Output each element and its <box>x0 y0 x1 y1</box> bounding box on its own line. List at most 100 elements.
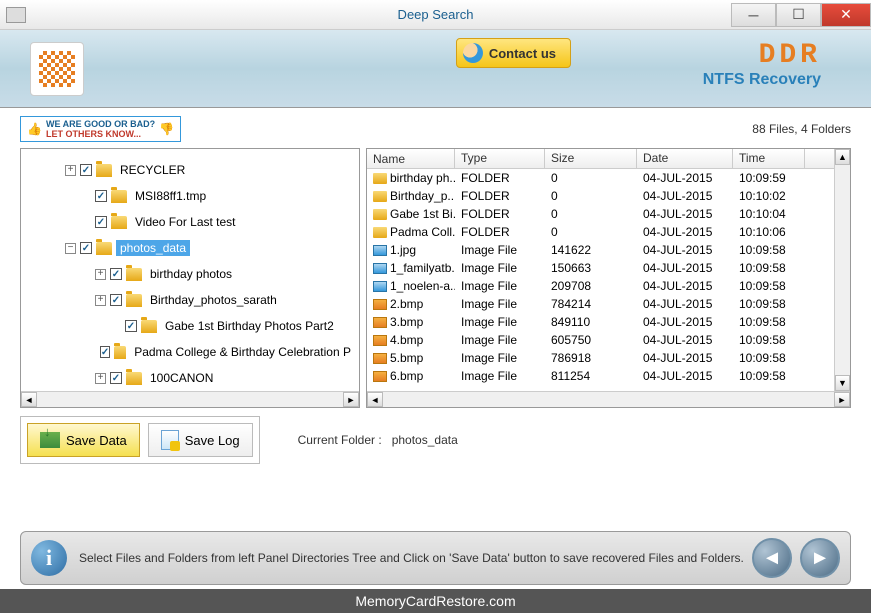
tree-label: Video For Last test <box>131 214 240 230</box>
image-file-icon <box>373 281 387 292</box>
tree-label: photos_data <box>116 240 190 256</box>
col-time[interactable]: Time <box>733 149 805 168</box>
checkbox[interactable] <box>110 294 122 306</box>
table-row[interactable]: birthday ph...FOLDER004-JUL-201510:09:59 <box>367 169 850 187</box>
current-folder: Current Folder : photos_data <box>298 433 458 447</box>
file-table-body[interactable]: birthday ph...FOLDER004-JUL-201510:09:59… <box>367 169 850 385</box>
save-data-label: Save Data <box>66 433 127 448</box>
tree-item[interactable]: MSI88ff1.tmp <box>25 183 355 209</box>
titlebar: Deep Search ─ ☐ ✕ <box>0 0 871 30</box>
checkbox[interactable] <box>80 164 92 176</box>
table-row[interactable]: 1_noelen-a...Image File20970804-JUL-2015… <box>367 277 850 295</box>
checkbox[interactable] <box>80 242 92 254</box>
folder-icon <box>126 294 142 307</box>
checkbox[interactable] <box>95 216 107 228</box>
save-log-label: Save Log <box>185 433 240 448</box>
tree-panel: + RECYCLER MSI88ff1.tmp Video For Last test… <box>20 148 360 408</box>
expander-icon[interactable]: + <box>95 269 106 280</box>
checkbox[interactable] <box>125 320 137 332</box>
table-row[interactable]: 3.bmpImage File84911004-JUL-201510:09:58 <box>367 313 850 331</box>
file-count: 88 Files, 4 Folders <box>752 122 851 136</box>
table-row[interactable]: 2.bmpImage File78421404-JUL-201510:09:58 <box>367 295 850 313</box>
table-row[interactable]: Birthday_p...FOLDER004-JUL-201510:10:02 <box>367 187 850 205</box>
brand-block: DDR NTFS Recovery <box>703 40 821 89</box>
tree-hscroll[interactable]: ◄► <box>21 391 359 407</box>
tree-item[interactable]: +Birthday_photos_sarath <box>25 287 355 313</box>
checkbox[interactable] <box>110 372 122 384</box>
folder-icon <box>373 227 387 238</box>
contact-label: Contact us <box>489 46 556 61</box>
tree-label: 100CANON <box>146 370 217 386</box>
prev-button[interactable]: ◄ <box>752 538 792 578</box>
image-file-icon <box>373 371 387 382</box>
file-vscroll[interactable]: ▲▼ <box>834 149 850 391</box>
maximize-button[interactable]: ☐ <box>776 3 821 27</box>
directory-tree[interactable]: + RECYCLER MSI88ff1.tmp Video For Last test… <box>21 149 359 389</box>
tree-label: Gabe 1st Birthday Photos Part2 <box>161 318 338 334</box>
checkbox[interactable] <box>95 190 107 202</box>
image-file-icon <box>373 299 387 310</box>
table-row[interactable]: 1_familyatb...Image File15066304-JUL-201… <box>367 259 850 277</box>
col-type[interactable]: Type <box>455 149 545 168</box>
table-row[interactable]: Gabe 1st Bi...FOLDER004-JUL-201510:10:04 <box>367 205 850 223</box>
expander-icon[interactable]: + <box>65 165 76 176</box>
folder-icon <box>141 320 157 333</box>
contact-us-button[interactable]: Contact us <box>456 38 571 68</box>
folder-icon <box>96 164 112 177</box>
file-hscroll[interactable]: ◄► <box>367 391 850 407</box>
tree-label: Padma College & Birthday Celebration P <box>130 344 355 360</box>
checkbox[interactable] <box>110 268 122 280</box>
col-size[interactable]: Size <box>545 149 637 168</box>
feedback-line1: WE ARE GOOD OR BAD? <box>46 119 155 129</box>
action-buttons: Save Data Save Log <box>20 416 260 464</box>
folder-icon <box>373 209 387 220</box>
folder-icon <box>373 191 387 202</box>
tree-item[interactable]: + RECYCLER <box>25 157 355 183</box>
expander-icon[interactable]: + <box>95 373 106 384</box>
checkbox[interactable] <box>100 346 110 358</box>
table-row[interactable]: Padma Coll...FOLDER004-JUL-201510:10:06 <box>367 223 850 241</box>
footer-text: Select Files and Folders from left Panel… <box>79 551 744 565</box>
save-data-button[interactable]: Save Data <box>27 423 140 457</box>
image-file-icon <box>373 245 387 256</box>
file-table-header[interactable]: Name Type Size Date Time <box>367 149 850 169</box>
folder-icon <box>126 372 142 385</box>
save-log-button[interactable]: Save Log <box>148 423 253 457</box>
folder-icon <box>111 190 127 203</box>
tree-item[interactable]: +100CANON <box>25 365 355 389</box>
person-icon <box>463 43 483 63</box>
tree-label: MSI88ff1.tmp <box>131 188 210 204</box>
app-logo <box>30 42 84 96</box>
window-title: Deep Search <box>398 7 474 22</box>
table-row[interactable]: 5.bmpImage File78691804-JUL-201510:09:58 <box>367 349 850 367</box>
feedback-line2: LET OTHERS KNOW... <box>46 129 155 139</box>
expander-icon[interactable]: − <box>65 243 76 254</box>
tree-item[interactable]: + birthday photos <box>25 261 355 287</box>
tree-item[interactable]: Padma College & Birthday Celebration P <box>25 339 355 365</box>
table-row[interactable]: 1.jpgImage File14162204-JUL-201510:09:58 <box>367 241 850 259</box>
folder-icon <box>111 216 127 229</box>
next-button[interactable]: ► <box>800 538 840 578</box>
minimize-button[interactable]: ─ <box>731 3 776 27</box>
table-row[interactable]: 4.bmpImage File60575004-JUL-201510:09:58 <box>367 331 850 349</box>
tree-item[interactable]: Video For Last test <box>25 209 355 235</box>
feedback-banner[interactable]: 👍 WE ARE GOOD OR BAD? LET OTHERS KNOW...… <box>20 116 181 142</box>
banner: Contact us DDR NTFS Recovery <box>0 30 871 108</box>
footer-bar: i Select Files and Folders from left Pan… <box>20 531 851 585</box>
file-panel: Name Type Size Date Time birthday ph...F… <box>366 148 851 408</box>
expander-icon[interactable]: + <box>95 295 106 306</box>
table-row[interactable]: 6.bmpImage File81125404-JUL-201510:09:58 <box>367 367 850 385</box>
tree-item[interactable]: Gabe 1st Birthday Photos Part2 <box>25 313 355 339</box>
col-name[interactable]: Name <box>367 149 455 168</box>
close-button[interactable]: ✕ <box>821 3 871 27</box>
app-icon <box>6 7 26 23</box>
col-date[interactable]: Date <box>637 149 733 168</box>
folder-icon <box>126 268 142 281</box>
tree-item[interactable]: − photos_data <box>25 235 355 261</box>
save-icon <box>40 432 60 448</box>
tree-label: RECYCLER <box>116 162 189 178</box>
tree-label: birthday photos <box>146 266 236 282</box>
image-file-icon <box>373 263 387 274</box>
info-icon: i <box>31 540 67 576</box>
thumbs-down-icon: 👎 <box>159 122 174 136</box>
